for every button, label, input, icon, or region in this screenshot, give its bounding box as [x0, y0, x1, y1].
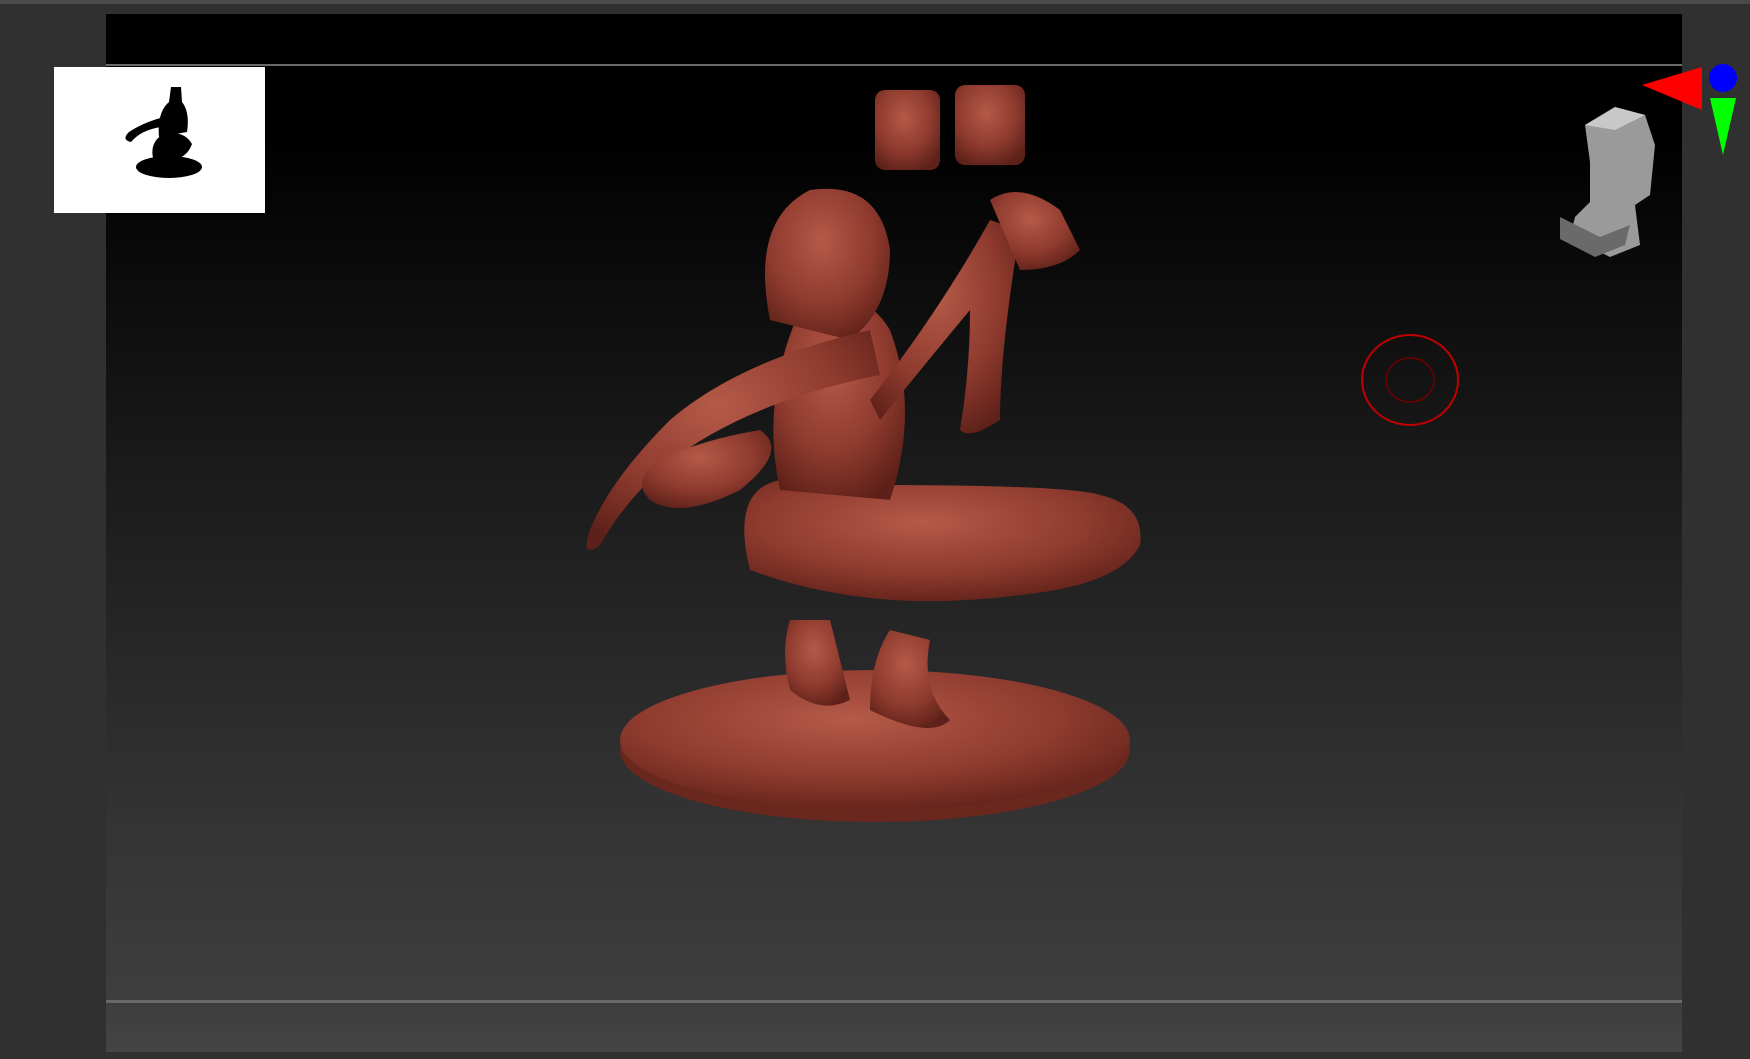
navigation-thumbnail[interactable]: [54, 67, 265, 213]
axis-y-icon: [1710, 98, 1736, 155]
canvas-bottom-divider: [106, 1000, 1682, 1003]
axis-gizmo-icon[interactable]: [1640, 60, 1750, 160]
canvas-top-divider: [106, 64, 1682, 66]
sculpt-model[interactable]: [530, 70, 1230, 860]
axis-x-icon: [1642, 67, 1702, 110]
axis-z-icon: [1709, 64, 1737, 92]
window-top-edge: [0, 0, 1750, 4]
silhouette-icon: [125, 87, 202, 178]
brush-cursor-icon: [1361, 334, 1459, 426]
